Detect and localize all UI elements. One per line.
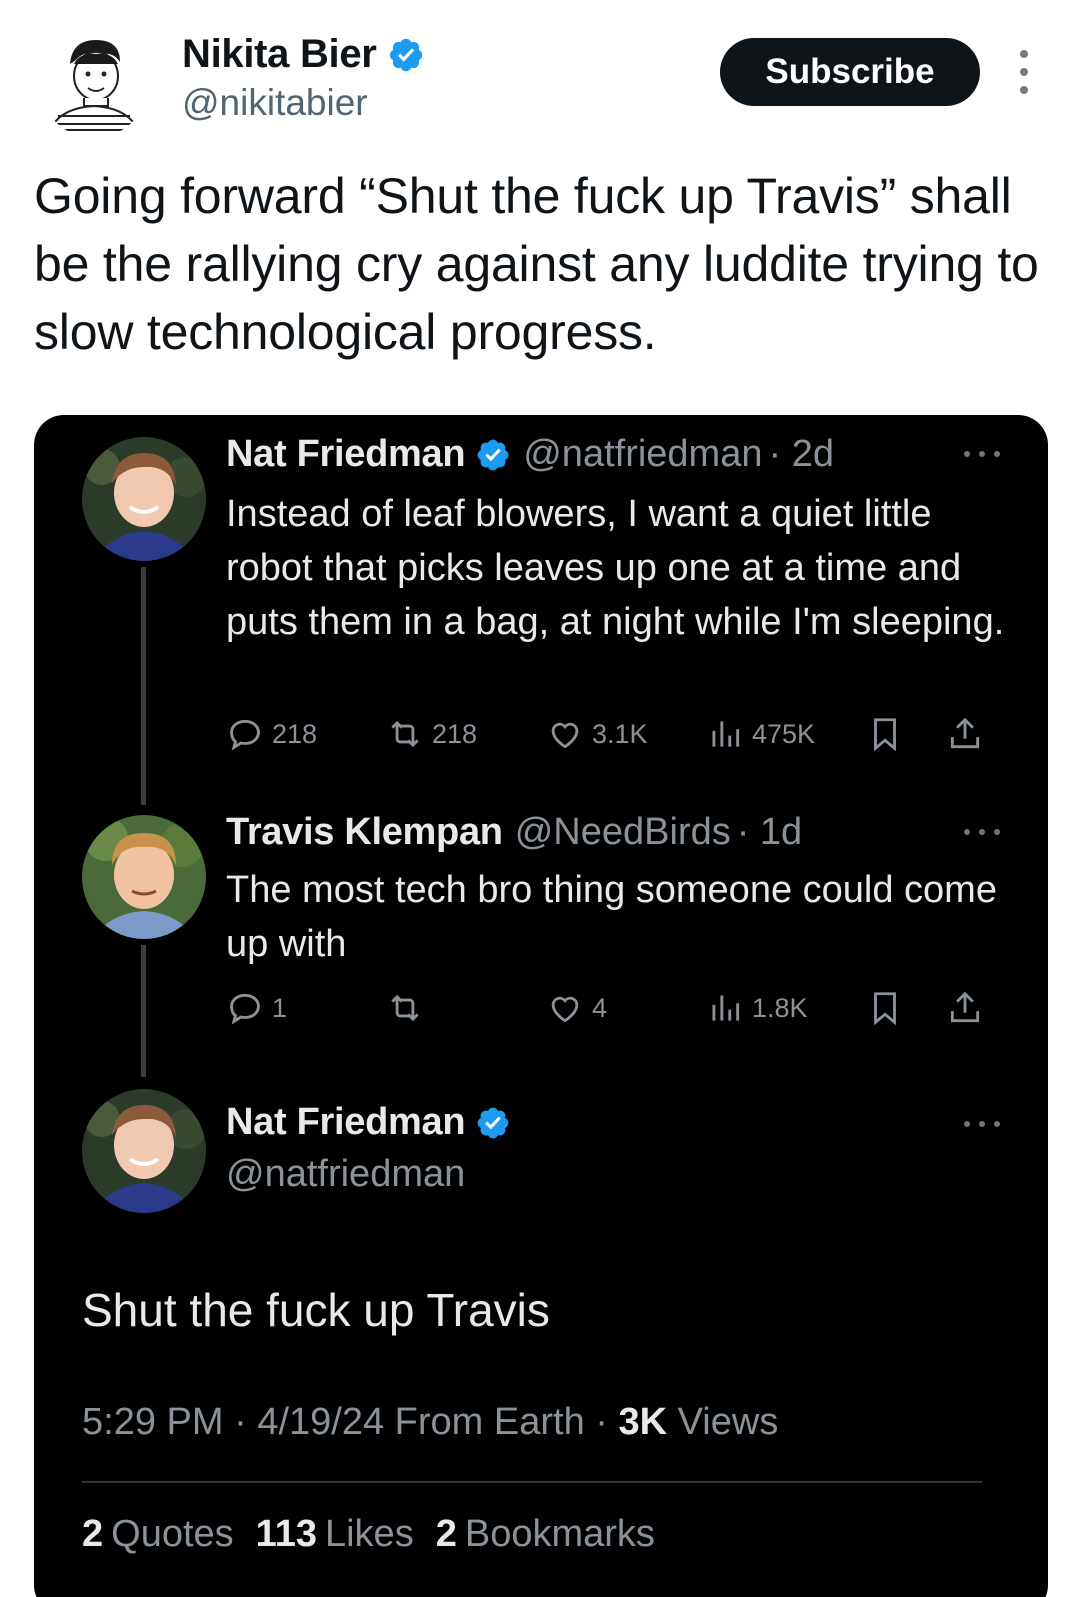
bookmark-action <box>866 715 912 753</box>
post3-views-label: Views <box>677 1401 779 1443</box>
like-icon <box>551 722 579 749</box>
post3-time: 5:29 PM <box>82 1401 224 1443</box>
post3-handle: @natfriedman <box>226 1153 466 1195</box>
post1-header: Nat Friedman @natfriedman · 2d <box>226 433 834 476</box>
repost-count: 218 <box>432 718 478 749</box>
views-action: 475K <box>706 715 815 753</box>
verified-icon <box>477 439 509 470</box>
post1-avatar <box>82 437 206 561</box>
embedded-screenshot: Nat Friedman @natfriedman · 2d Instead o… <box>34 415 1048 1597</box>
more-icon <box>964 1121 1000 1127</box>
author-avatar[interactable] <box>40 30 148 138</box>
post2-time: · 1d <box>736 811 803 853</box>
quotes-label: Quotes <box>111 1513 234 1555</box>
thread-line <box>141 567 146 805</box>
likes-label: Likes <box>324 1513 414 1555</box>
author-name-row[interactable]: Nikita Bier <box>182 32 425 77</box>
like-icon <box>551 996 579 1023</box>
likes-stat: 113 Likes <box>256 1513 414 1556</box>
bookmarks-label: Bookmarks <box>464 1513 655 1555</box>
post3-handle-row: @natfriedman <box>226 1153 465 1196</box>
subscribe-button[interactable]: Subscribe <box>720 38 980 106</box>
more-options-icon[interactable] <box>1014 50 1034 94</box>
repost-action <box>386 989 432 1027</box>
like-count: 4 <box>592 992 608 1023</box>
reply-action: 218 <box>226 715 317 753</box>
post3-stats: 2 Quotes 113 Likes 2 Bookmarks <box>82 1513 655 1556</box>
post1-time: · 2d <box>768 433 834 475</box>
reply-action: 1 <box>226 989 287 1027</box>
post2-body: The most tech bro thing someone could co… <box>226 869 997 965</box>
post3-header: Nat Friedman <box>226 1101 511 1144</box>
reply-count: 218 <box>272 718 318 749</box>
bookmark-icon <box>874 992 896 1026</box>
post2-handle: @NeedBirds <box>514 811 731 853</box>
post1-body: Instead of leaf blowers, I want a quiet … <box>226 493 1005 643</box>
more-icon <box>964 451 1000 457</box>
post1-handle: @natfriedman <box>523 433 763 475</box>
thread-line <box>141 945 146 1077</box>
reply-icon <box>230 993 260 1025</box>
post2-actions: 1 4 1.8K <box>226 989 996 1029</box>
views-action: 1.8K <box>706 989 808 1027</box>
likes-count: 113 <box>255 1513 317 1555</box>
post2-name: Travis Klempan <box>226 811 503 853</box>
share-icon <box>950 991 980 1023</box>
post1-name: Nat Friedman <box>226 433 466 475</box>
post3-avatar <box>82 1089 206 1213</box>
post3-meta: 5:29 PM · 4/19/24 From Earth · 3K Views <box>82 1401 779 1443</box>
post3-name: Nat Friedman <box>226 1101 466 1143</box>
post3-source: From Earth <box>394 1401 585 1443</box>
bookmark-action <box>866 989 912 1027</box>
post1-actions: 218 218 3.1K 475K <box>226 715 996 755</box>
views-count: 475K <box>752 718 816 749</box>
like-action: 4 <box>546 989 607 1027</box>
share-action <box>946 715 992 753</box>
views-count: 1.8K <box>752 992 808 1023</box>
like-count: 3.1K <box>592 718 648 749</box>
bookmark-icon <box>874 718 896 752</box>
repost-icon <box>391 994 419 1022</box>
bookmarks-stat: 2 Bookmarks <box>436 1513 655 1556</box>
post2-avatar <box>82 815 206 939</box>
share-icon <box>950 717 980 749</box>
bookmarks-count: 2 <box>435 1513 457 1555</box>
reply-count: 1 <box>272 992 288 1023</box>
views-icon <box>712 995 740 1021</box>
more-icon <box>964 829 1000 835</box>
post2-header: Travis Klempan @NeedBirds · 1d <box>226 811 802 854</box>
author-name[interactable]: Nikita Bier <box>182 32 377 77</box>
author-handle[interactable]: @nikitabier <box>182 82 368 124</box>
post3-body: Shut the fuck up Travis <box>82 1284 550 1336</box>
quotes-stat: 2 Quotes <box>82 1513 234 1556</box>
verified-icon <box>389 38 422 71</box>
post3-views-count: 3K <box>618 1401 668 1443</box>
share-action <box>946 989 992 1027</box>
tweet-text: Going forward “Shut the fuck up Travis” … <box>34 168 1039 360</box>
views-icon <box>712 721 740 747</box>
quotes-count: 2 <box>82 1513 104 1555</box>
divider <box>82 1481 982 1483</box>
reply-icon <box>230 719 260 751</box>
post3-date: 4/19/24 <box>257 1401 385 1443</box>
repost-action: 218 <box>386 715 477 753</box>
verified-icon <box>477 1107 509 1138</box>
like-action: 3.1K <box>546 715 648 753</box>
repost-icon <box>391 720 419 748</box>
